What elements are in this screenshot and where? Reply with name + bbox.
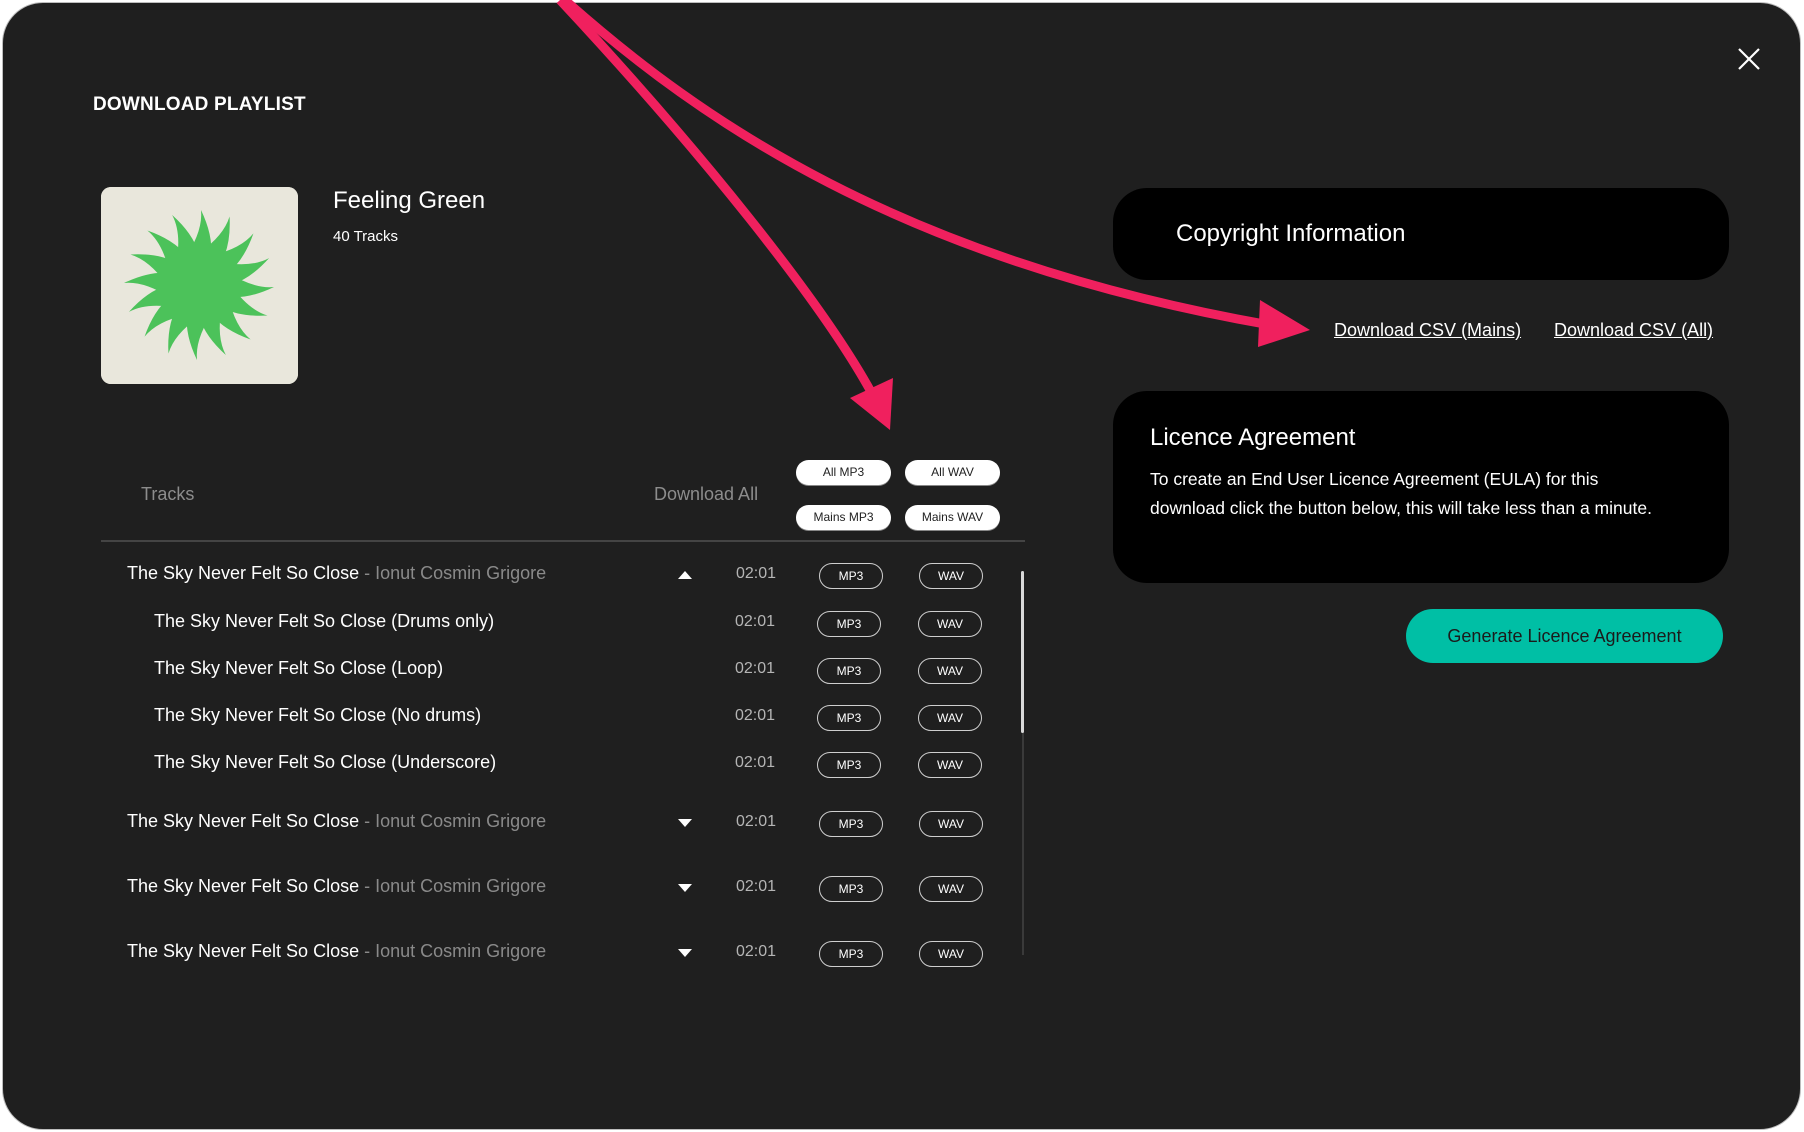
dialog-title: DOWNLOAD PLAYLIST bbox=[93, 94, 306, 115]
all-wav-button[interactable]: All WAV bbox=[905, 460, 1000, 485]
track-title-cell: The Sky Never Felt So Close - Ionut Cosm… bbox=[127, 941, 546, 962]
download-wav-button[interactable]: WAV bbox=[918, 611, 982, 637]
playlist-track-count: 40 Tracks bbox=[333, 228, 399, 245]
download-playlist-dialog: DOWNLOAD PLAYLIST Feeling Green 40 Track… bbox=[3, 3, 1800, 1129]
track-artist: - Ionut Cosmin Grigore bbox=[359, 876, 547, 896]
track-title: The Sky Never Felt So Close bbox=[127, 563, 360, 583]
download-mp3-button[interactable]: MP3 bbox=[817, 705, 881, 731]
track-title-cell: The Sky Never Felt So Close - Ionut Cosm… bbox=[127, 563, 546, 584]
track-title-cell: The Sky Never Felt So Close (Underscore) bbox=[154, 752, 496, 773]
sun-artwork-icon bbox=[101, 187, 298, 384]
track-duration: 02:01 bbox=[735, 613, 776, 630]
track-version-row: The Sky Never Felt So Close (Drums only)… bbox=[3, 611, 1033, 641]
licence-title: Licence Agreement bbox=[1150, 424, 1356, 451]
download-mp3-button[interactable]: MP3 bbox=[819, 563, 883, 589]
track-title: The Sky Never Felt So Close bbox=[127, 811, 360, 831]
licence-agreement-box: Licence Agreement To create an End User … bbox=[1113, 391, 1729, 583]
download-mp3-button[interactable]: MP3 bbox=[817, 752, 881, 778]
table-header-divider bbox=[101, 540, 1025, 542]
download-csv-all-link[interactable]: Download CSV (All) bbox=[1554, 320, 1713, 341]
tracks-column-header: Tracks bbox=[141, 484, 195, 504]
track-duration: 02:01 bbox=[736, 878, 777, 895]
generate-licence-agreement-button[interactable]: Generate Licence Agreement bbox=[1406, 609, 1723, 663]
download-mp3-button[interactable]: MP3 bbox=[817, 658, 881, 684]
track-row: The Sky Never Felt So Close - Ionut Cosm… bbox=[3, 941, 1033, 971]
download-all-label: Download All bbox=[654, 484, 759, 504]
track-title: The Sky Never Felt So Close (No drums) bbox=[154, 705, 482, 725]
copyright-title: Copyright Information bbox=[1176, 220, 1406, 247]
track-title: The Sky Never Felt So Close (Drums only) bbox=[154, 611, 495, 631]
track-title: The Sky Never Felt So Close (Underscore) bbox=[154, 752, 497, 772]
download-wav-button[interactable]: WAV bbox=[919, 563, 983, 589]
close-icon bbox=[1738, 48, 1760, 70]
mains-wav-button[interactable]: Mains WAV bbox=[905, 505, 1000, 530]
track-row: The Sky Never Felt So Close - Ionut Cosm… bbox=[3, 876, 1033, 906]
mains-mp3-button[interactable]: Mains MP3 bbox=[796, 505, 891, 530]
download-csv-mains-link[interactable]: Download CSV (Mains) bbox=[1334, 320, 1521, 341]
track-version-row: The Sky Never Felt So Close (Underscore)… bbox=[3, 752, 1033, 782]
download-wav-button[interactable]: WAV bbox=[918, 705, 982, 731]
playlist-artwork bbox=[101, 187, 298, 384]
track-title-cell: The Sky Never Felt So Close (Loop) bbox=[154, 658, 443, 679]
track-duration: 02:01 bbox=[735, 707, 776, 724]
track-version-row: The Sky Never Felt So Close (No drums) 02… bbox=[3, 705, 1033, 735]
all-mp3-button[interactable]: All MP3 bbox=[796, 460, 891, 485]
download-mp3-button[interactable]: MP3 bbox=[819, 941, 883, 967]
track-duration: 02:01 bbox=[735, 754, 776, 771]
track-row: The Sky Never Felt So Close - Ionut Cosm… bbox=[3, 811, 1033, 841]
track-artist: - Ionut Cosmin Grigore bbox=[359, 563, 547, 583]
track-row: The Sky Never Felt So Close - Ionut Cosm… bbox=[3, 563, 1033, 593]
download-mp3-button[interactable]: MP3 bbox=[819, 876, 883, 902]
download-wav-button[interactable]: WAV bbox=[918, 658, 982, 684]
track-duration: 02:01 bbox=[736, 943, 777, 960]
track-artist: - Ionut Cosmin Grigore bbox=[359, 811, 547, 831]
track-title: The Sky Never Felt So Close bbox=[127, 876, 360, 896]
download-wav-button[interactable]: WAV bbox=[918, 752, 982, 778]
track-version-row: The Sky Never Felt So Close (Loop) 02:01 M… bbox=[3, 658, 1033, 688]
track-duration: 02:01 bbox=[735, 660, 776, 677]
download-mp3-button[interactable]: MP3 bbox=[819, 811, 883, 837]
expand-caret-icon[interactable] bbox=[678, 819, 692, 827]
copyright-information-box: Copyright Information bbox=[1113, 188, 1729, 280]
licence-description: To create an End User Licence Agreement … bbox=[1150, 469, 1652, 518]
expand-caret-icon[interactable] bbox=[678, 884, 692, 892]
download-wav-button[interactable]: WAV bbox=[919, 941, 983, 967]
track-duration: 02:01 bbox=[736, 565, 777, 582]
track-title: The Sky Never Felt So Close bbox=[127, 941, 360, 961]
playlist-name: Feeling Green bbox=[333, 187, 486, 214]
track-title-cell: The Sky Never Felt So Close (No drums) bbox=[154, 705, 481, 726]
download-wav-button[interactable]: WAV bbox=[919, 876, 983, 902]
track-duration: 02:01 bbox=[736, 813, 777, 830]
track-title-cell: The Sky Never Felt So Close - Ionut Cosm… bbox=[127, 876, 546, 897]
collapse-caret-icon[interactable] bbox=[678, 571, 692, 579]
track-title: The Sky Never Felt So Close (Loop) bbox=[154, 658, 444, 678]
track-title-cell: The Sky Never Felt So Close - Ionut Cosm… bbox=[127, 811, 546, 832]
expand-caret-icon[interactable] bbox=[678, 949, 692, 957]
track-artist: - Ionut Cosmin Grigore bbox=[359, 941, 547, 961]
download-wav-button[interactable]: WAV bbox=[919, 811, 983, 837]
track-title-cell: The Sky Never Felt So Close (Drums only) bbox=[154, 611, 494, 632]
scrollbar-thumb[interactable] bbox=[1021, 571, 1024, 733]
download-mp3-button[interactable]: MP3 bbox=[817, 611, 881, 637]
close-button[interactable] bbox=[1736, 46, 1762, 72]
